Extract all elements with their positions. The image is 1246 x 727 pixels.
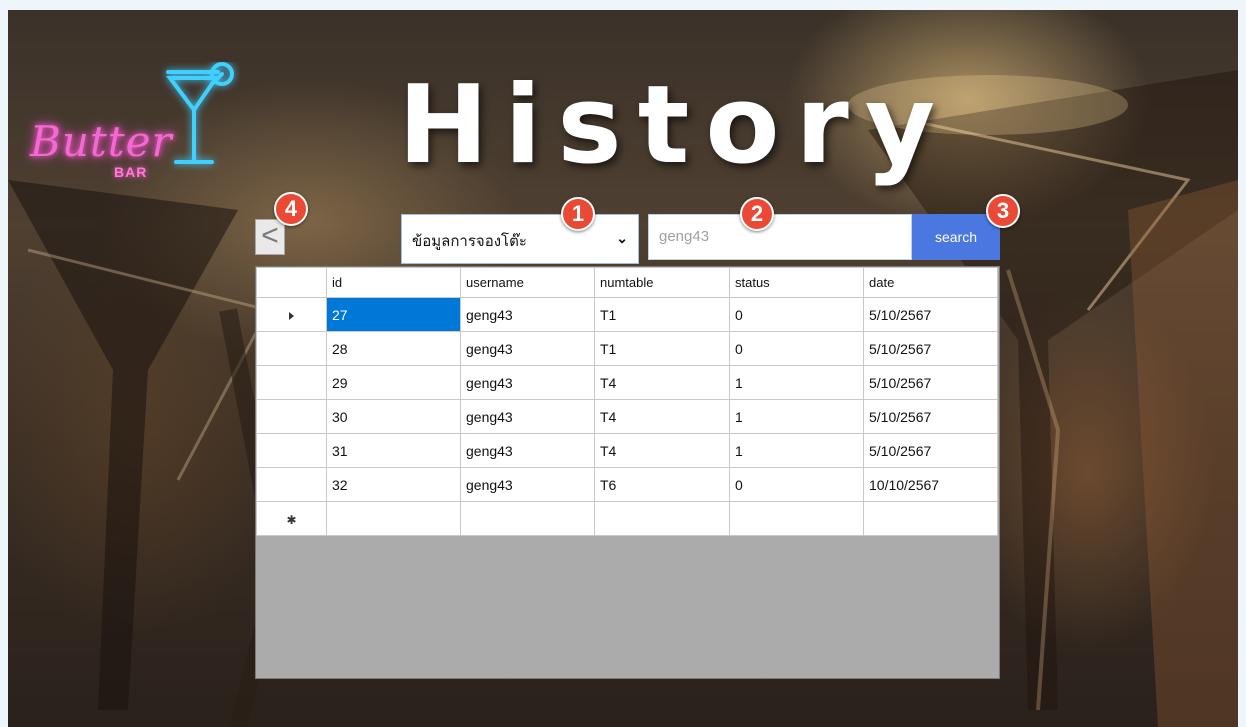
logo-subtext: BAR [114,164,148,180]
table-cell[interactable] [863,501,998,536]
table-cell[interactable]: 5/10/2567 [863,399,998,434]
column-header-status[interactable]: status [729,267,864,298]
column-header-numtable[interactable]: numtable [594,267,730,298]
table-cell[interactable]: T4 [594,433,730,468]
table-cell[interactable]: 27 [326,297,461,332]
back-button[interactable]: < [255,219,285,255]
column-header-username[interactable]: username [460,267,595,298]
annotation-marker-2: 2 [740,197,774,231]
table-cell[interactable]: 31 [326,433,461,468]
select-value: ข้อมูลการจองโต๊ะ [412,233,527,250]
table-cell[interactable]: 0 [729,467,864,502]
new-row[interactable]: ✱ [256,501,998,536]
table-cell[interactable]: 1 [729,365,864,400]
table-cell[interactable]: T1 [594,331,730,366]
row-selector[interactable] [256,399,327,434]
column-header-date[interactable]: date [863,267,998,298]
table-cell[interactable]: 1 [729,399,864,434]
new-row-star-icon: ✱ [286,512,297,527]
window-top-strip [0,0,1246,10]
table-row[interactable]: 31 geng43 T4 1 5/10/2567 [256,433,998,468]
row-selector[interactable]: ✱ [256,501,327,536]
table-cell[interactable]: T6 [594,467,730,502]
annotation-marker-4: 4 [274,192,308,226]
table-row[interactable]: 28 geng43 T1 0 5/10/2567 [256,331,998,366]
table-cell[interactable]: 5/10/2567 [863,331,998,366]
table-cell[interactable]: geng43 [460,297,595,332]
table-cell[interactable]: geng43 [460,433,595,468]
table-cell[interactable]: 0 [729,297,864,332]
table-cell[interactable]: geng43 [460,365,595,400]
table-cell[interactable]: geng43 [460,467,595,502]
current-row-arrow-icon [289,311,294,320]
search-button[interactable]: search [912,214,1000,260]
column-header-id[interactable]: id [326,267,461,298]
table-cell[interactable] [729,501,864,536]
table-row[interactable]: 27 geng43 T1 0 5/10/2567 [256,297,998,332]
table-cell[interactable]: geng43 [460,331,595,366]
table-cell[interactable]: T4 [594,399,730,434]
table-cell[interactable] [326,501,461,536]
table-header-row: id username numtable status date [256,267,998,298]
table-cell[interactable]: 28 [326,331,461,366]
row-selector[interactable] [256,365,327,400]
data-type-select[interactable]: ข้อมูลการจองโต๊ะ ⌄ [401,214,639,264]
row-selector[interactable] [256,331,327,366]
corner-header[interactable] [256,267,327,298]
history-data-grid[interactable]: id username numtable status date 27 geng… [255,266,1000,679]
table-row[interactable]: 32 geng43 T6 0 10/10/2567 [256,467,998,502]
table-cell[interactable]: 5/10/2567 [863,365,998,400]
row-selector[interactable] [256,433,327,468]
annotation-marker-1: 1 [561,197,595,231]
table-cell[interactable] [460,501,595,536]
table-cell[interactable]: 30 [326,399,461,434]
table-cell[interactable] [594,501,730,536]
logo-text: Butter [30,117,173,166]
table-cell[interactable]: 0 [729,331,864,366]
chevron-down-icon[interactable]: ⌄ [616,230,628,247]
search-input[interactable]: geng43 [648,214,912,260]
row-selector[interactable] [256,467,327,502]
table-cell[interactable]: 32 [326,467,461,502]
page-title: History [398,63,952,188]
butter-bar-logo: Butter BAR [30,62,245,187]
table-cell[interactable]: T4 [594,365,730,400]
table-cell[interactable]: T1 [594,297,730,332]
table-cell[interactable]: 5/10/2567 [863,433,998,468]
table-cell[interactable]: geng43 [460,399,595,434]
table-row[interactable]: 29 geng43 T4 1 5/10/2567 [256,365,998,400]
annotation-marker-3: 3 [986,194,1020,228]
row-selector[interactable] [256,297,327,332]
history-table: id username numtable status date 27 geng… [256,267,998,536]
table-cell[interactable]: 1 [729,433,864,468]
table-cell[interactable]: 10/10/2567 [863,467,998,502]
table-cell[interactable]: 5/10/2567 [863,297,998,332]
table-row[interactable]: 30 geng43 T4 1 5/10/2567 [256,399,998,434]
table-cell[interactable]: 29 [326,365,461,400]
